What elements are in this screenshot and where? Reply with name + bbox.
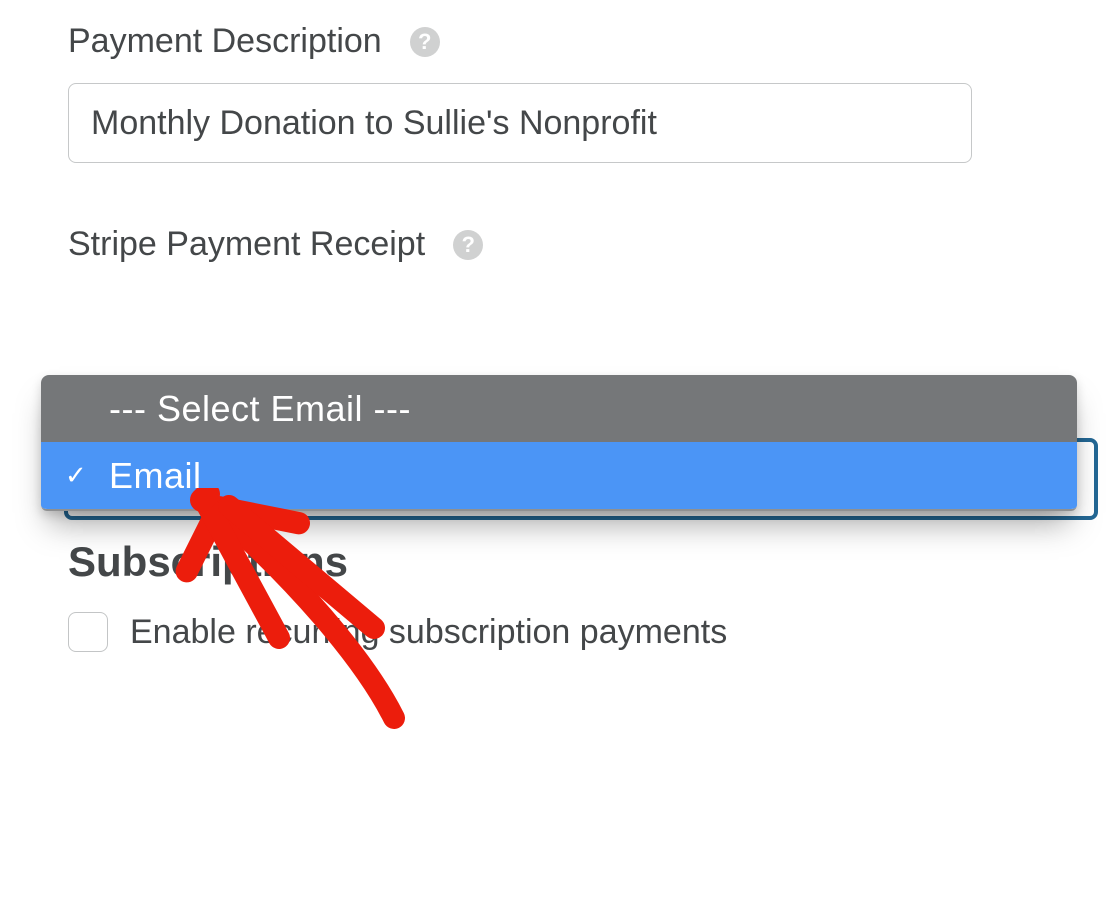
payment-description-input[interactable] (68, 83, 972, 163)
payment-description-label: Payment Description ? (68, 22, 1116, 61)
stripe-receipt-dropdown-list: --- Select Email --- ✓ Email (41, 375, 1077, 511)
subscriptions-heading-text: Subscriptions (68, 538, 348, 585)
recurring-checkbox[interactable] (68, 612, 108, 652)
recurring-row: Enable recurring subscription payments (68, 612, 1116, 652)
stripe-receipt-label: Stripe Payment Receipt ? (68, 225, 1116, 264)
payment-description-label-text: Payment Description (68, 22, 382, 61)
subscriptions-heading: Subscriptions (68, 538, 1116, 586)
dropdown-option-email-text: Email (109, 455, 202, 497)
dropdown-option-email[interactable]: ✓ Email (41, 442, 1077, 509)
dropdown-option-placeholder[interactable]: --- Select Email --- (41, 375, 1077, 442)
recurring-label: Enable recurring subscription payments (130, 613, 727, 652)
dropdown-option-placeholder-text: --- Select Email --- (109, 388, 411, 430)
help-icon[interactable]: ? (453, 230, 483, 260)
stripe-receipt-label-text: Stripe Payment Receipt (68, 225, 425, 264)
checkmark-icon: ✓ (65, 460, 109, 491)
help-icon[interactable]: ? (410, 27, 440, 57)
